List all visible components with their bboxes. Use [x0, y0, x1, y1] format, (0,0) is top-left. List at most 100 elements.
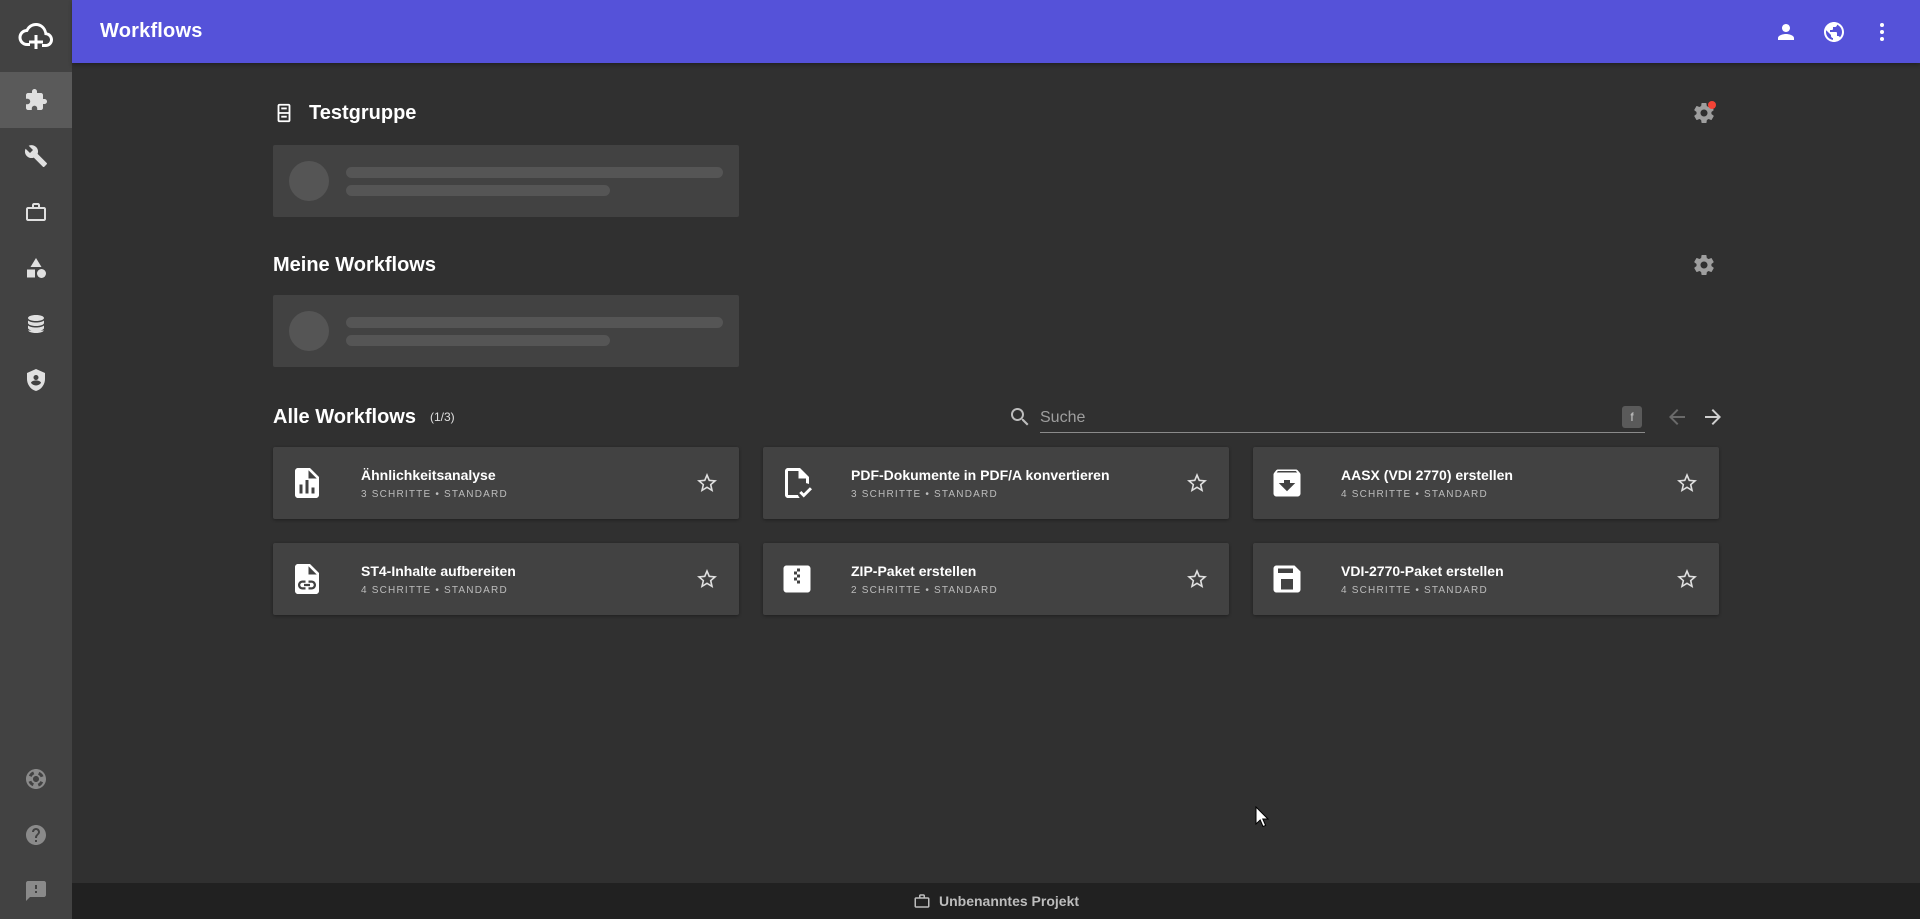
briefcase-icon — [26, 203, 46, 221]
puzzle-icon — [26, 89, 47, 110]
workflow-title: PDF-Dokumente in PDF/A konvertieren — [851, 467, 1110, 483]
workflow-meta: 3 SCHRITTE • STANDARD — [851, 489, 998, 500]
skeleton-line — [346, 335, 610, 346]
lifebuoy-icon — [26, 769, 46, 789]
account-button[interactable] — [1772, 18, 1800, 46]
arrow-left-icon — [1669, 409, 1685, 425]
chart-file-icon — [289, 465, 325, 501]
sidebar-item-projects[interactable] — [0, 184, 72, 240]
workflow-card[interactable]: PDF-Dokumente in PDF/A konvertieren 3 SC… — [763, 447, 1229, 519]
more-menu-button[interactable] — [1868, 18, 1896, 46]
my-workflows-section-header: Meine Workflows — [273, 253, 1718, 277]
mouse-cursor-icon — [1255, 806, 1270, 828]
sidebar-item-database[interactable] — [0, 296, 72, 352]
gear-icon — [1694, 255, 1714, 276]
notification-dot — [1708, 101, 1716, 109]
workflow-meta: 3 SCHRITTE • STANDARD — [361, 489, 508, 500]
sidebar-item-security[interactable] — [0, 352, 72, 408]
language-button[interactable] — [1820, 18, 1848, 46]
next-page-button[interactable] — [1699, 403, 1727, 431]
shapes-icon — [27, 258, 46, 278]
workflow-grid: Ähnlichkeitsanalyse 3 SCHRITTE • STANDAR… — [273, 447, 1719, 615]
workflow-card[interactable]: VDI-2770-Paket erstellen 4 SCHRITTE • ST… — [1253, 543, 1719, 615]
workflow-card[interactable]: ZIP-Paket erstellen 2 SCHRITTE • STANDAR… — [763, 543, 1229, 615]
shield-account-icon — [27, 369, 45, 391]
star-outline-icon — [1187, 473, 1207, 492]
workflow-card[interactable]: Ähnlichkeitsanalyse 3 SCHRITTE • STANDAR… — [273, 447, 739, 519]
archive-icon — [1269, 465, 1305, 501]
feedback-icon — [26, 881, 46, 901]
my-workflows-settings-button[interactable] — [1690, 251, 1718, 279]
previous-page-button[interactable] — [1663, 403, 1691, 431]
workflow-meta: 4 SCHRITTE • STANDARD — [361, 585, 508, 596]
skeleton-avatar — [289, 161, 329, 201]
workflow-title: AASX (VDI 2770) erstellen — [1341, 467, 1513, 483]
project-footer[interactable]: Unbenanntes Projekt — [72, 883, 1920, 919]
zip-icon — [779, 561, 815, 597]
star-outline-icon — [1677, 569, 1697, 588]
sidebar-item-support[interactable] — [0, 751, 72, 807]
sidebar-item-shapes[interactable] — [0, 240, 72, 296]
file-check-icon — [779, 465, 815, 501]
workflow-meta: 4 SCHRITTE • STANDARD — [1341, 585, 1488, 596]
pagination-controls — [1663, 403, 1727, 431]
workflow-card[interactable]: AASX (VDI 2770) erstellen 4 SCHRITTE • S… — [1253, 447, 1719, 519]
main-content: Testgruppe Meine Workflows Alle Workflow… — [273, 63, 1721, 615]
sidebar-item-help[interactable] — [0, 807, 72, 863]
search-icon — [1008, 405, 1032, 429]
workflow-title: VDI-2770-Paket erstellen — [1341, 563, 1504, 579]
sidebar — [0, 0, 72, 919]
workflow-meta: 4 SCHRITTE • STANDARD — [1341, 489, 1488, 500]
star-outline-icon — [697, 473, 717, 492]
topbar-actions — [1772, 0, 1896, 63]
workflow-card[interactable]: ST4-Inhalte aufbereiten 4 SCHRITTE • STA… — [273, 543, 739, 615]
page-title: Workflows — [100, 20, 203, 42]
skeleton-avatar — [289, 311, 329, 351]
sidebar-bottom — [0, 751, 72, 919]
help-icon — [26, 825, 46, 845]
group-title: Testgruppe — [309, 101, 417, 124]
workflow-title: ZIP-Paket erstellen — [851, 563, 977, 579]
star-outline-icon — [697, 569, 717, 588]
my-workflows-title: Meine Workflows — [273, 253, 436, 276]
favorite-button[interactable] — [1183, 565, 1211, 593]
group-section-header: Testgruppe — [273, 101, 1718, 125]
file-link-icon — [289, 561, 325, 597]
save-icon — [1269, 561, 1305, 597]
all-workflows-section-header: Alle Workflows (1/3) f — [273, 401, 1721, 433]
project-name: Unbenanntes Projekt — [938, 893, 1080, 909]
search-input[interactable] — [1040, 401, 1645, 433]
briefcase-icon — [914, 894, 930, 908]
database-icon — [28, 315, 44, 333]
skeleton-line — [346, 185, 610, 196]
favorite-button[interactable] — [1673, 469, 1701, 497]
top-app-bar: Workflows — [72, 0, 1920, 63]
favorite-button[interactable] — [693, 565, 721, 593]
cloud-add-logo-icon[interactable] — [0, 0, 72, 72]
skeleton-line — [346, 167, 723, 178]
globe-icon — [1824, 21, 1844, 42]
favorite-button[interactable] — [1673, 565, 1701, 593]
more-vert-icon — [1880, 22, 1884, 41]
all-workflows-title: Alle Workflows — [273, 405, 416, 428]
star-outline-icon — [1187, 569, 1207, 588]
account-icon — [1778, 23, 1794, 40]
group-settings-button[interactable] — [1690, 99, 1718, 127]
skeleton-line — [346, 317, 723, 328]
workflow-meta: 2 SCHRITTE • STANDARD — [851, 585, 998, 596]
sidebar-item-extensions[interactable] — [0, 72, 72, 128]
workflow-title: Ähnlichkeitsanalyse — [361, 467, 496, 483]
arrow-right-icon — [1705, 409, 1721, 425]
sidebar-item-tools[interactable] — [0, 128, 72, 184]
favorite-button[interactable] — [1183, 469, 1211, 497]
group-loading-skeleton — [273, 145, 739, 217]
sidebar-item-feedback[interactable] — [0, 863, 72, 919]
page-indicator: (1/3) — [430, 410, 455, 424]
star-outline-icon — [1677, 473, 1697, 492]
my-workflows-loading-skeleton — [273, 295, 739, 367]
search-shortcut-badge: f — [1622, 406, 1642, 428]
workflow-title: ST4-Inhalte aufbereiten — [361, 563, 516, 579]
favorite-button[interactable] — [693, 469, 721, 497]
wrench-icon — [24, 145, 47, 167]
search-bar: f — [1008, 401, 1646, 433]
